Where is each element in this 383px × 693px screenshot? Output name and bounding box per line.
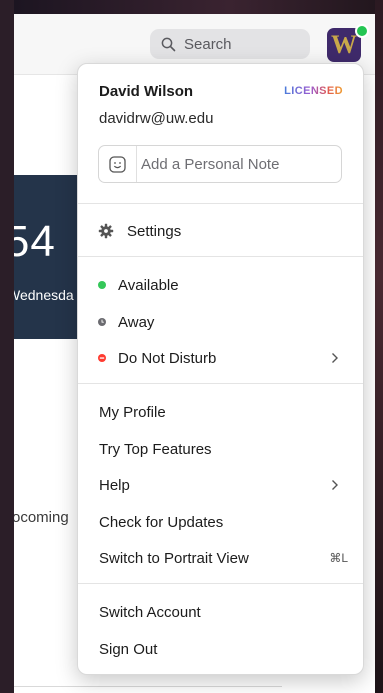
sign-out-label: Sign Out bbox=[99, 640, 158, 658]
menu-item-switch-to-portrait-view[interactable]: Switch to Portrait View ⌘L bbox=[78, 543, 363, 573]
keyboard-shortcut: ⌘L bbox=[329, 551, 348, 565]
desktop-background-top bbox=[0, 0, 383, 14]
menu-item-help[interactable]: Help bbox=[78, 470, 363, 500]
user-name: David Wilson bbox=[99, 83, 194, 100]
separator bbox=[78, 203, 363, 204]
personal-note-field[interactable]: Add a Personal Note bbox=[98, 145, 342, 183]
try-top-features-label: Try Top Features bbox=[99, 440, 212, 458]
switch-to-portrait-view-label: Switch to Portrait View bbox=[99, 549, 249, 567]
clock-day: Wednesda bbox=[14, 287, 74, 303]
menu-item-settings[interactable]: Settings bbox=[78, 216, 363, 246]
menu-item-my-profile[interactable]: My Profile bbox=[78, 397, 363, 427]
avatar-letter: W bbox=[331, 30, 357, 59]
license-badge: LICENSED bbox=[284, 85, 343, 97]
search-box[interactable]: Search bbox=[150, 29, 310, 59]
do-not-disturb-icon bbox=[98, 354, 106, 362]
desktop-background-right bbox=[375, 0, 383, 693]
user-email: davidrw@uw.edu bbox=[99, 110, 214, 127]
settings-label: Settings bbox=[127, 222, 182, 240]
separator bbox=[78, 383, 363, 384]
away-label: Away bbox=[118, 313, 155, 331]
separator bbox=[78, 256, 363, 257]
desktop-background-left bbox=[0, 0, 14, 693]
clock-icon bbox=[98, 318, 106, 326]
search-icon bbox=[161, 37, 176, 52]
chevron-right-icon bbox=[331, 478, 339, 495]
clock-time: ):54 bbox=[14, 217, 56, 266]
menu-item-sign-out[interactable]: Sign Out bbox=[78, 634, 363, 664]
smiley-icon bbox=[99, 146, 137, 182]
do-not-disturb-label: Do Not Disturb bbox=[118, 349, 217, 367]
clock-card: ):54 Wednesda bbox=[14, 175, 80, 339]
gear-icon bbox=[98, 223, 114, 239]
menu-item-switch-account[interactable]: Switch Account bbox=[78, 597, 363, 627]
available-status-dot bbox=[98, 281, 106, 289]
switch-account-label: Switch Account bbox=[99, 603, 201, 621]
presence-status-dot bbox=[355, 24, 369, 38]
separator bbox=[78, 583, 363, 584]
menu-item-away[interactable]: Away bbox=[78, 307, 363, 337]
my-profile-label: My Profile bbox=[99, 403, 166, 421]
available-label: Available bbox=[118, 276, 179, 294]
personal-note-placeholder: Add a Personal Note bbox=[141, 155, 280, 173]
menu-item-available[interactable]: Available bbox=[78, 270, 363, 300]
check-for-updates-label: Check for Updates bbox=[99, 513, 224, 531]
menu-item-check-for-updates[interactable]: Check for Updates bbox=[78, 507, 363, 537]
help-label: Help bbox=[99, 476, 130, 494]
search-label: Search bbox=[184, 35, 232, 53]
divider bbox=[14, 686, 282, 687]
menu-item-try-top-features[interactable]: Try Top Features bbox=[78, 434, 363, 464]
profile-menu: David Wilson LICENSED davidrw@uw.edu Add… bbox=[77, 63, 364, 675]
chevron-right-icon bbox=[331, 351, 339, 368]
upcoming-label: ocoming bbox=[14, 509, 69, 526]
menu-item-do-not-disturb[interactable]: Do Not Disturb bbox=[78, 343, 363, 373]
